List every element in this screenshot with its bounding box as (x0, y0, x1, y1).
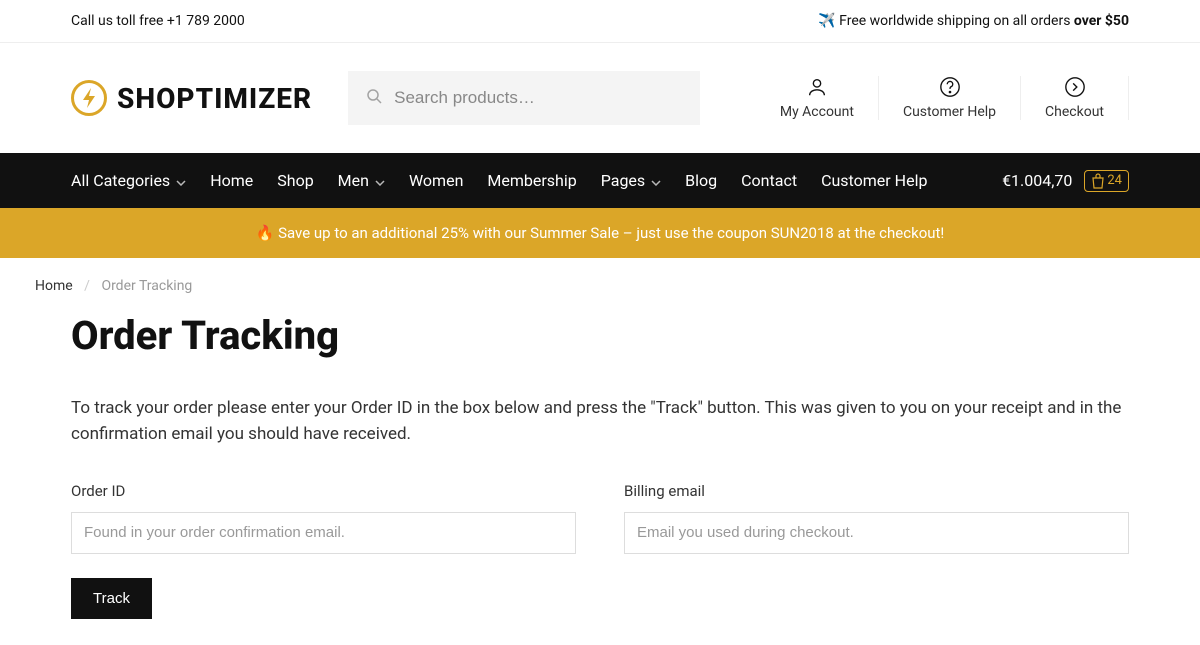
chevron-down-icon (176, 171, 186, 190)
breadcrumb-current: Order Tracking (101, 278, 192, 294)
help-icon (939, 76, 961, 98)
nav-links: All Categories Home Shop Men Women Membe… (71, 171, 927, 190)
breadcrumb-home[interactable]: Home (35, 278, 73, 294)
logo-text: SHOPTIMIZER (117, 82, 312, 115)
search-input[interactable] (394, 88, 682, 108)
main-nav: All Categories Home Shop Men Women Membe… (0, 153, 1200, 208)
order-id-label: Order ID (71, 482, 576, 500)
nav-shop[interactable]: Shop (277, 171, 313, 190)
quicklinks: My Account Customer Help Checkout (756, 76, 1129, 120)
quicklink-my-account[interactable]: My Account (756, 76, 878, 120)
user-icon (806, 76, 828, 98)
search-wrap (348, 71, 700, 125)
nav-all-categories[interactable]: All Categories (71, 171, 186, 190)
nav-contact[interactable]: Contact (741, 171, 797, 190)
chevron-down-icon (651, 171, 661, 190)
quicklink-customer-help[interactable]: Customer Help (878, 76, 1020, 120)
nav-blog[interactable]: Blog (685, 171, 717, 190)
nav-customer-help[interactable]: Customer Help (821, 171, 927, 190)
checkout-icon (1064, 76, 1086, 98)
order-id-input[interactable] (71, 512, 576, 554)
quicklink-checkout[interactable]: Checkout (1020, 76, 1129, 120)
cart-total: €1.004,70 (1002, 171, 1072, 190)
billing-email-input[interactable] (624, 512, 1129, 554)
topbar-right: ✈️ Free worldwide shipping on all orders… (818, 13, 1129, 29)
track-button[interactable]: Track (71, 578, 152, 619)
nav-women[interactable]: Women (409, 171, 463, 190)
topbar: Call us toll free +1 789 2000 ✈️ Free wo… (0, 0, 1200, 43)
chevron-down-icon (375, 171, 385, 190)
nav-home[interactable]: Home (210, 171, 253, 190)
breadcrumb: Home / Order Tracking (35, 258, 1165, 312)
nav-membership[interactable]: Membership (487, 171, 576, 190)
nav-men[interactable]: Men (338, 171, 385, 190)
nav-pages[interactable]: Pages (601, 171, 661, 190)
logo[interactable]: SHOPTIMIZER (71, 80, 312, 116)
instructions: To track your order please enter your Or… (71, 395, 1129, 448)
billing-email-label: Billing email (624, 482, 1129, 500)
page-title: Order Tracking (71, 312, 1129, 359)
promo-banner: 🔥 Save up to an additional 25% with our … (0, 208, 1200, 258)
logo-mark-icon (71, 80, 107, 116)
cart-badge: 24 (1084, 170, 1129, 192)
bag-icon (1091, 173, 1105, 189)
search-box[interactable] (348, 71, 700, 125)
order-id-field: Order ID (71, 482, 576, 554)
cart[interactable]: €1.004,70 24 (1002, 170, 1129, 192)
header: SHOPTIMIZER My Account Customer Help Che… (35, 43, 1165, 153)
billing-email-field: Billing email (624, 482, 1129, 554)
breadcrumb-separator: / (84, 278, 90, 294)
topbar-left: Call us toll free +1 789 2000 (71, 13, 245, 29)
form-row: Order ID Billing email (71, 482, 1129, 554)
search-icon (366, 88, 382, 108)
